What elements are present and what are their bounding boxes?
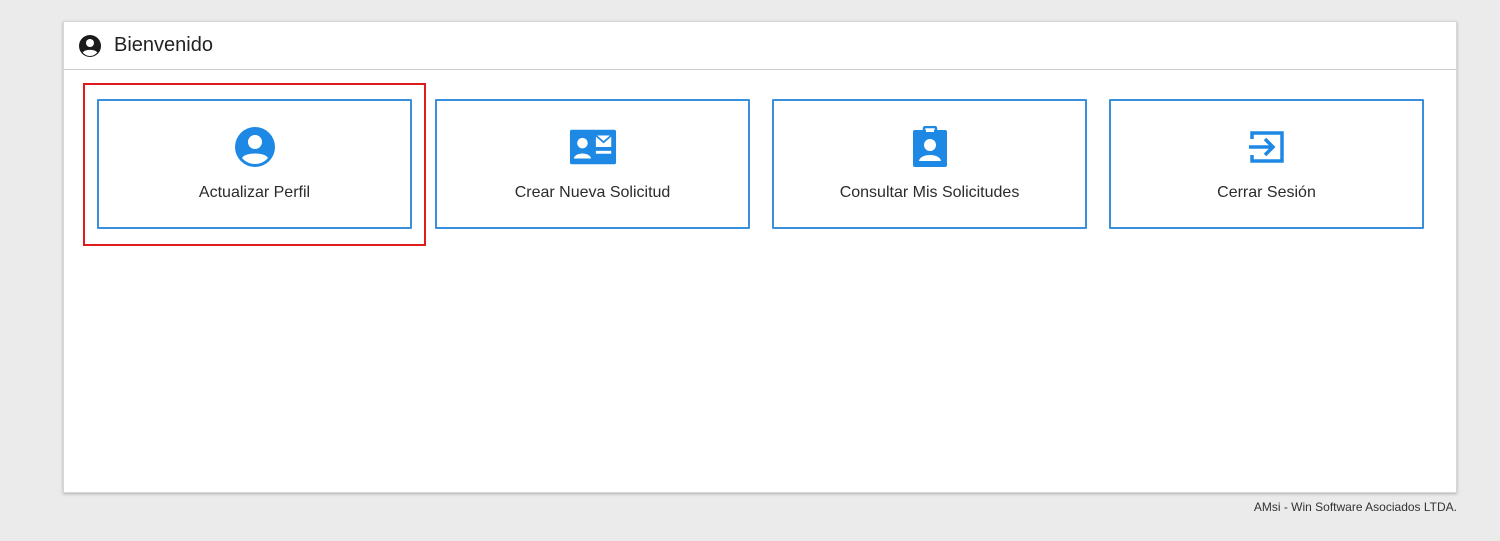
id-badge-icon xyxy=(906,126,954,168)
tile-label: Cerrar Sesión xyxy=(1217,184,1316,201)
tile-label: Consultar Mis Solicitudes xyxy=(839,184,1020,201)
sign-out-icon xyxy=(1243,126,1291,168)
panel-title: Bienvenido xyxy=(114,34,213,56)
logout-button[interactable]: Cerrar Sesión xyxy=(1109,99,1424,229)
view-requests-button[interactable]: Consultar Mis Solicitudes xyxy=(772,99,1087,229)
welcome-panel: Bienvenido Actualizar Perfil Crear Nueva… xyxy=(63,21,1457,493)
panel-header: Bienvenido xyxy=(64,22,1456,70)
user-circle-icon xyxy=(78,34,102,58)
footer-credit: AMsi - Win Software Asociados LTDA. xyxy=(1253,500,1457,514)
update-profile-button[interactable]: Actualizar Perfil xyxy=(97,99,412,229)
tile-label: Crear Nueva Solicitud xyxy=(514,184,671,201)
create-request-button[interactable]: Crear Nueva Solicitud xyxy=(435,99,750,229)
tile-label: Actualizar Perfil xyxy=(198,184,311,201)
user-circle-icon xyxy=(231,126,279,168)
contact-card-envelope-icon xyxy=(569,126,617,168)
